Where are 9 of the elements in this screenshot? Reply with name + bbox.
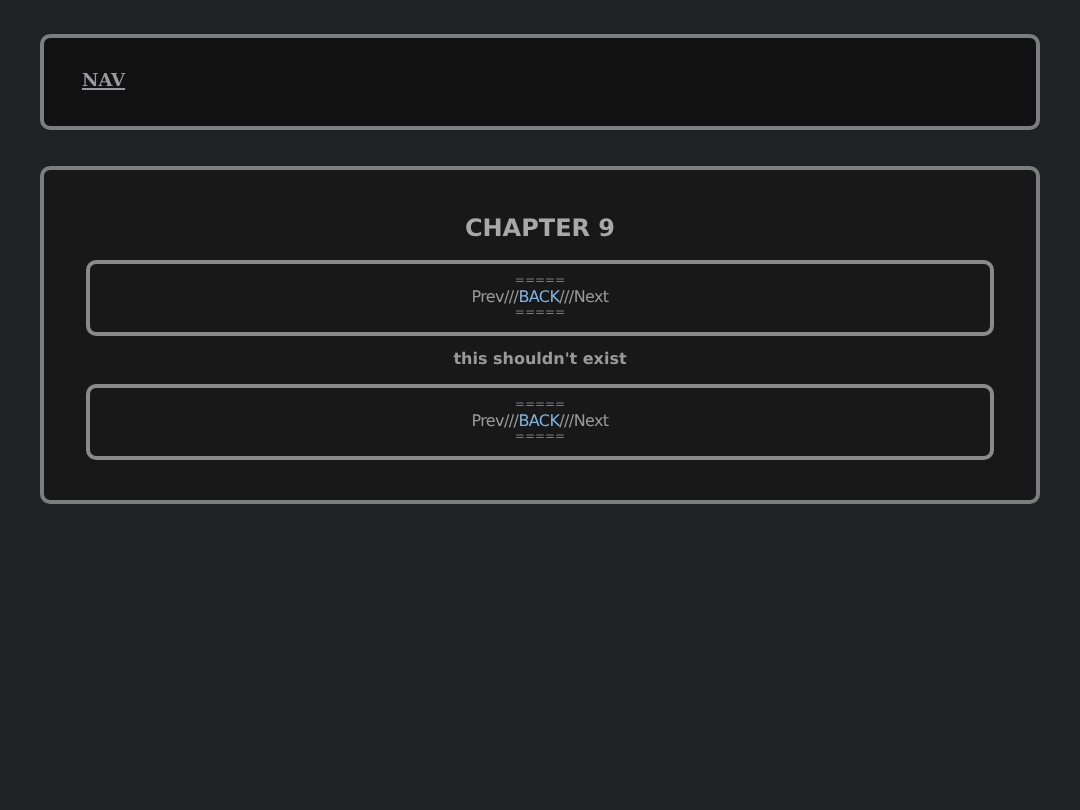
note-text: this shouldn't exist bbox=[453, 350, 627, 368]
nav-link[interactable]: NAV bbox=[82, 72, 126, 92]
back-link[interactable]: BACK bbox=[518, 288, 560, 308]
prev-text: Prev/// bbox=[471, 412, 519, 432]
next-text: ///Next bbox=[559, 288, 609, 308]
next-text: ///Next bbox=[559, 412, 609, 432]
back-link[interactable]: BACK bbox=[518, 412, 560, 432]
prev-text: Prev/// bbox=[471, 288, 519, 308]
chapter-title: CHAPTER 9 bbox=[464, 214, 616, 242]
